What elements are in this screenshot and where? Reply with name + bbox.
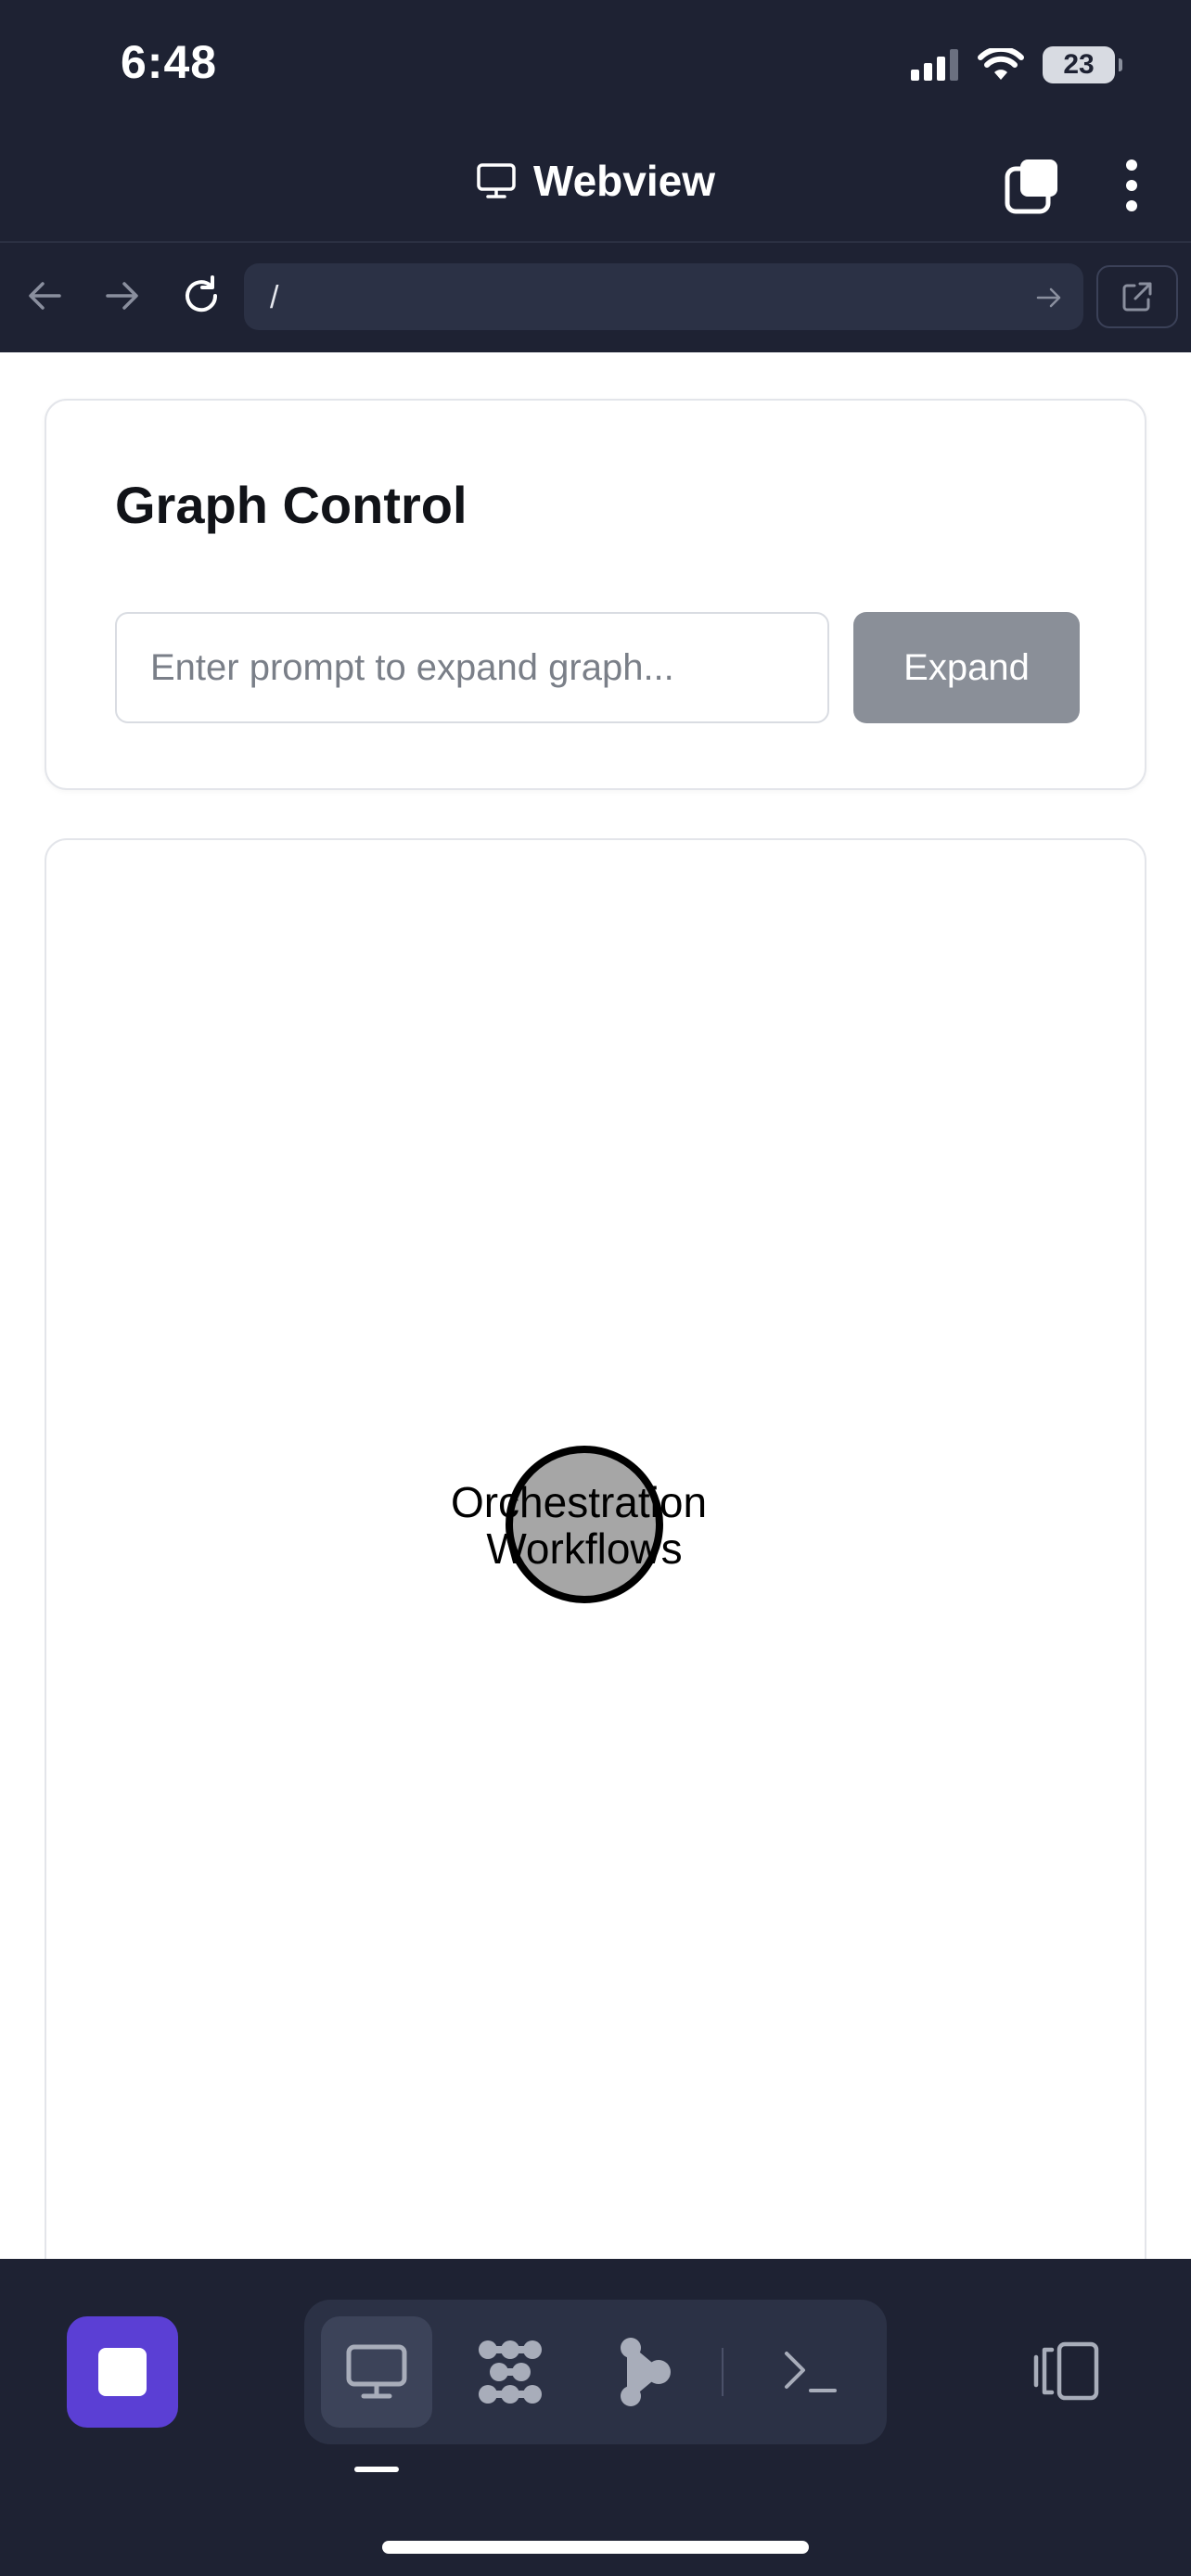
graph-node-label-line-2: Workflows	[486, 1524, 682, 1573]
reload-icon[interactable]	[180, 274, 223, 317]
url-text: /	[270, 280, 279, 315]
graph-canvas[interactable]: Orchestration Workflows	[46, 840, 1145, 2259]
external-link-icon	[1122, 282, 1152, 312]
forward-arrow-icon[interactable]	[102, 276, 141, 315]
mode-branch-button[interactable]	[588, 2316, 699, 2428]
graph-control-title: Graph Control	[115, 476, 467, 534]
mode-terminal-button[interactable]	[755, 2316, 866, 2428]
battery-level: 23	[1063, 49, 1095, 80]
status-icons: 23	[911, 46, 1122, 83]
graph-node-label-line-1: Orchestration	[451, 1478, 707, 1526]
battery-indicator: 23	[1043, 46, 1122, 83]
prompt-input[interactable]	[115, 612, 829, 723]
device-toggle-icon[interactable]	[1031, 2340, 1102, 2402]
grid-dots-icon	[479, 2340, 542, 2404]
stop-icon	[98, 2348, 147, 2396]
cellular-signal-icon	[911, 49, 958, 81]
url-input[interactable]: /	[244, 263, 1083, 330]
mode-separator	[722, 2348, 724, 2396]
app-frame: 6:48 23 Webview / Graph Control Enter pr…	[0, 0, 1191, 2576]
mode-grid-button[interactable]	[455, 2316, 566, 2428]
stop-button[interactable]	[67, 2316, 178, 2428]
graph-control-card: Graph Control Expand	[45, 399, 1146, 790]
graph-canvas-card: Orchestration Workflows	[45, 838, 1146, 2259]
mode-webview-button[interactable]	[321, 2316, 432, 2428]
more-vertical-icon[interactable]	[1118, 158, 1146, 215]
open-external-button[interactable]	[1096, 265, 1178, 328]
expand-button[interactable]: Expand	[853, 612, 1080, 723]
monitor-icon	[477, 163, 516, 198]
branch-icon	[621, 2338, 671, 2406]
graph-node[interactable]: Orchestration Workflows	[451, 1446, 707, 1603]
active-mode-indicator	[354, 2467, 399, 2472]
home-indicator	[382, 2541, 809, 2554]
back-arrow-icon[interactable]	[26, 276, 65, 315]
tabs-icon[interactable]	[1004, 158, 1061, 215]
url-toolbar: /	[0, 241, 1191, 354]
bottom-toolbar	[0, 2259, 1191, 2576]
status-time: 6:48	[121, 36, 218, 88]
status-bar: 6:48 23	[0, 0, 1191, 130]
terminal-icon	[785, 2352, 837, 2392]
mode-switcher	[304, 2300, 887, 2444]
page-title: Webview	[533, 157, 715, 205]
monitor-icon	[346, 2344, 407, 2399]
app-header: Webview	[0, 130, 1191, 241]
wifi-icon	[978, 48, 1024, 80]
go-arrow-icon[interactable]	[1035, 284, 1063, 312]
webview-content: Graph Control Expand Orchestration Workf…	[0, 352, 1191, 2259]
